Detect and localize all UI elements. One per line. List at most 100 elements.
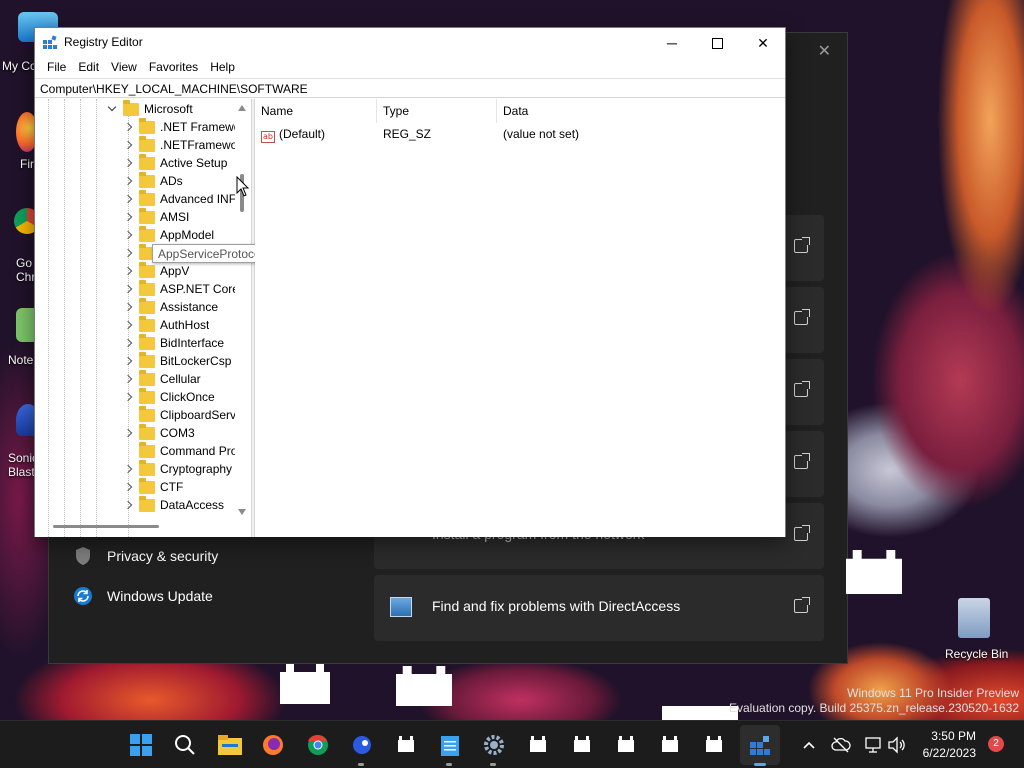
menu-edit[interactable]: Edit — [72, 58, 105, 78]
tree-item[interactable]: DataAccess — [123, 495, 224, 514]
minimize-icon: ─ — [667, 35, 677, 51]
expand-chevron-icon[interactable] — [123, 158, 133, 168]
expand-chevron-icon[interactable] — [123, 392, 133, 402]
expand-chevron-icon[interactable] — [123, 500, 133, 510]
settings-card-directaccess[interactable]: Find and fix problems with DirectAccess — [374, 575, 824, 641]
tree-item[interactable]: .NETFramewo — [123, 135, 236, 154]
chrome-taskbar-icon[interactable] — [306, 733, 330, 757]
chevron-up-icon[interactable] — [797, 733, 821, 757]
clock-time[interactable]: 3:50 PM — [920, 729, 976, 743]
pet-taskbar-icon[interactable] — [570, 733, 594, 757]
tree-item[interactable]: Active Setup — [123, 153, 227, 172]
menu-view[interactable]: View — [105, 58, 143, 78]
notification-badge[interactable]: 2 — [988, 736, 1004, 752]
scroll-up-icon[interactable] — [238, 105, 246, 111]
settings-close-icon[interactable]: ✕ — [818, 41, 831, 61]
tree-item[interactable]: Cellular — [123, 369, 201, 388]
expand-chevron-icon[interactable] — [123, 194, 133, 204]
maximize-button[interactable] — [694, 28, 740, 58]
tree-item[interactable]: BitLockerCsp — [123, 351, 231, 370]
menu-favorites[interactable]: Favorites — [143, 58, 204, 78]
tree-item[interactable]: AppV — [123, 261, 189, 280]
regedit-taskbar-icon[interactable] — [748, 733, 772, 757]
collapse-chevron-icon[interactable] — [107, 104, 117, 114]
file-explorer-icon[interactable] — [218, 733, 242, 757]
sonic-taskbar-icon[interactable] — [350, 733, 374, 757]
taskbar-running-indicator — [358, 763, 364, 766]
expand-chevron-icon[interactable] — [123, 266, 133, 276]
tree-item[interactable]: ADs — [123, 171, 183, 190]
tree-item[interactable]: ClipboardServ — [123, 405, 236, 424]
address-bar[interactable]: Computer\HKEY_LOCAL_MACHINE\SOFTWARE — [35, 78, 785, 98]
pet-taskbar-icon[interactable] — [394, 733, 418, 757]
nav-item-privacy[interactable]: Privacy & security — [73, 546, 218, 566]
close-button[interactable]: ✕ — [740, 28, 786, 58]
tree-item[interactable]: AuthHost — [123, 315, 209, 334]
expand-chevron-icon[interactable] — [123, 356, 133, 366]
tree-vertical-scrollbar[interactable] — [235, 99, 249, 519]
expand-chevron-icon[interactable] — [123, 122, 133, 132]
expand-chevron-icon[interactable] — [123, 302, 133, 312]
clock-date[interactable]: 6/22/2023 — [912, 746, 976, 760]
expand-chevron-icon[interactable] — [123, 284, 133, 294]
tree-item[interactable]: Command Pro — [123, 441, 236, 460]
expand-chevron-icon[interactable] — [123, 374, 133, 384]
menu-file[interactable]: File — [41, 58, 72, 78]
watermark-edition: Windows 11 Pro Insider Preview — [847, 686, 1019, 700]
tree-item[interactable]: Advanced INF — [123, 189, 236, 208]
taskbar-running-indicator — [446, 763, 452, 766]
settings-taskbar-icon[interactable] — [482, 733, 506, 757]
taskbar-running-indicator — [490, 763, 496, 766]
expand-chevron-icon[interactable] — [123, 482, 133, 492]
tree-item[interactable]: CTF — [123, 477, 183, 496]
tree-item[interactable]: Assistance — [123, 297, 218, 316]
expand-chevron-icon[interactable] — [123, 176, 133, 186]
tree-item[interactable]: AMSI — [123, 207, 189, 226]
nav-item-windows-update[interactable]: Windows Update — [73, 586, 213, 606]
cloud-offline-icon[interactable] — [829, 733, 853, 757]
scroll-down-icon[interactable] — [238, 509, 246, 515]
expand-chevron-icon[interactable] — [123, 212, 133, 222]
menu-help[interactable]: Help — [204, 58, 241, 78]
title-bar[interactable]: Registry Editor ─ ✕ — [35, 28, 785, 58]
notepad-taskbar-icon[interactable] — [438, 733, 462, 757]
tree-item-microsoft[interactable]: Microsoft — [107, 99, 193, 118]
folder-icon — [139, 189, 155, 206]
column-header-data[interactable]: Data — [497, 99, 785, 123]
key-tree[interactable]: Microsoft .NET Framewo .NETFramewo Active … — [35, 99, 251, 537]
expand-chevron-icon[interactable] — [123, 338, 133, 348]
column-header-type[interactable]: Type — [377, 99, 497, 123]
pet-sprite[interactable] — [662, 706, 738, 720]
tree-item[interactable]: ASP.NET Core — [123, 279, 236, 298]
expand-chevron-icon[interactable] — [123, 320, 133, 330]
pet-taskbar-icon[interactable] — [526, 733, 550, 757]
value-row[interactable]: ab (Default) REG_SZ (value not set) — [255, 125, 785, 143]
folder-icon — [139, 117, 155, 134]
expand-chevron-icon[interactable] — [123, 140, 133, 150]
firefox-taskbar-icon[interactable] — [261, 733, 285, 757]
column-header-name[interactable]: Name — [255, 99, 377, 123]
pet-taskbar-icon[interactable] — [614, 733, 638, 757]
expand-chevron-icon[interactable] — [123, 230, 133, 240]
tree-item[interactable]: BidInterface — [123, 333, 224, 352]
values-list[interactable]: Name Type Data ab (Default) REG_SZ (value… — [255, 99, 785, 537]
pet-taskbar-icon[interactable] — [658, 733, 682, 757]
tree-item[interactable]: AppModel — [123, 225, 214, 244]
expand-chevron-icon[interactable] — [123, 428, 133, 438]
search-icon[interactable] — [173, 733, 197, 757]
tree-item[interactable]: ClickOnce — [123, 387, 215, 406]
start-icon[interactable] — [129, 733, 153, 757]
expand-chevron-icon[interactable] — [123, 464, 133, 474]
volume-icon[interactable] — [885, 733, 909, 757]
tree-item[interactable]: Cryptography — [123, 459, 232, 478]
minimize-button[interactable]: ─ — [649, 28, 695, 58]
folder-icon — [139, 153, 155, 170]
tree-horizontal-scrollbar[interactable] — [53, 525, 159, 528]
recycle-bin-icon[interactable] — [958, 598, 990, 638]
network-icon[interactable] — [861, 733, 885, 757]
tree-item[interactable]: COM3 — [123, 423, 195, 442]
expand-chevron-icon[interactable] — [123, 248, 133, 258]
tree-item[interactable]: .NET Framewo — [123, 117, 236, 136]
pet-taskbar-icon[interactable] — [702, 733, 726, 757]
